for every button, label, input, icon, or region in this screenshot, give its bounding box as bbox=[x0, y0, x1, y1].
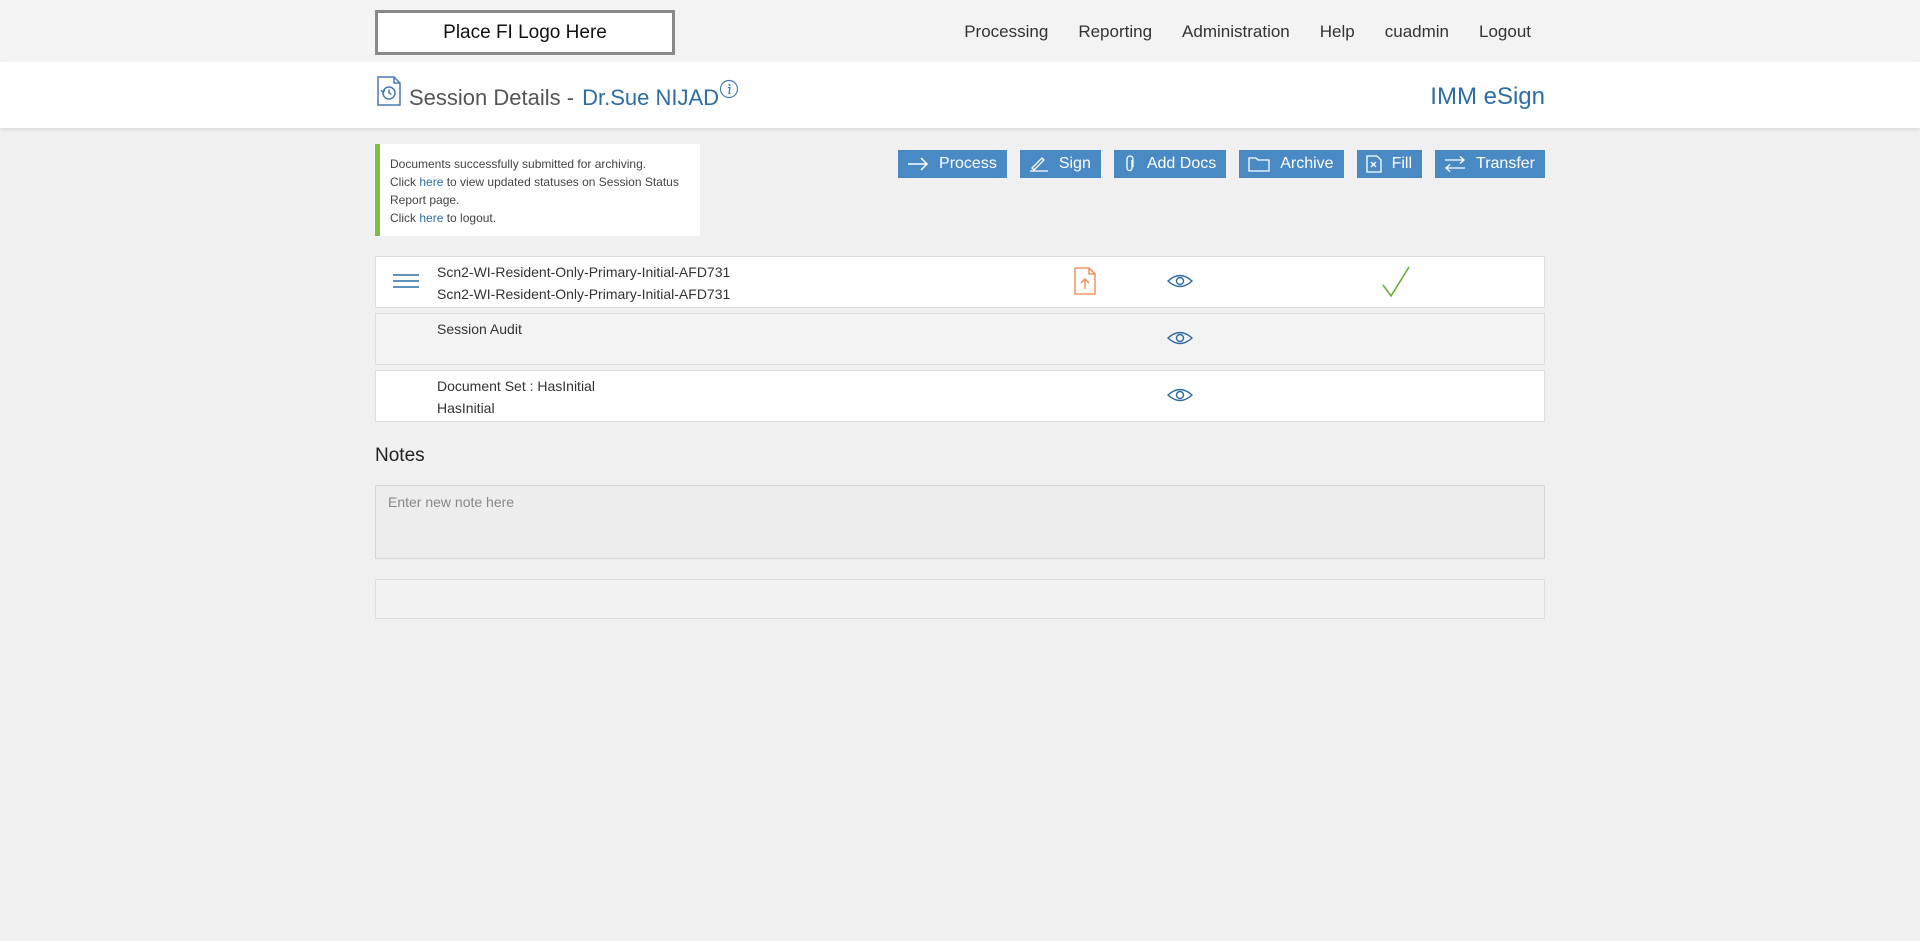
notes-list bbox=[375, 579, 1545, 619]
document-title: Session Audit bbox=[437, 321, 522, 337]
eye-icon[interactable] bbox=[1167, 329, 1193, 347]
transfer-arrows-icon bbox=[1445, 156, 1466, 172]
notes-heading: Notes bbox=[375, 445, 425, 466]
archive-label: Archive bbox=[1280, 155, 1334, 172]
paperclip-icon bbox=[1126, 155, 1134, 172]
nav-help[interactable]: Help bbox=[1320, 22, 1355, 42]
fill-label: Fill bbox=[1391, 155, 1413, 172]
arrow-right-icon bbox=[908, 157, 929, 171]
logo-text: Place FI Logo Here bbox=[443, 21, 607, 43]
checkmark-icon bbox=[1382, 266, 1410, 298]
add-docs-label: Add Docs bbox=[1146, 155, 1217, 172]
session-history-icon bbox=[377, 76, 401, 106]
document-name: Scn2-WI-Resident-Only-Primary-Initial-AF… bbox=[437, 261, 730, 305]
folder-icon bbox=[1248, 157, 1270, 172]
alert-line-3: Click here to logout. bbox=[390, 209, 690, 227]
pen-icon bbox=[1029, 157, 1048, 172]
top-bar: Place FI Logo Here Processing Reporting … bbox=[0, 0, 1920, 62]
menu-icon[interactable] bbox=[392, 272, 420, 290]
session-header: Session Details - Dr.Sue NIJAD IMM eSign bbox=[0, 62, 1920, 128]
signer-name: Dr.Sue NIJAD bbox=[582, 85, 720, 110]
top-nav: Processing Reporting Administration Help… bbox=[934, 22, 1531, 42]
document-row[interactable]: Scn2-WI-Resident-Only-Primary-Initial-AF… bbox=[375, 256, 1545, 308]
action-toolbar: Process Sign Add Docs Archive Fill Trans… bbox=[885, 150, 1545, 178]
new-note-input[interactable] bbox=[375, 485, 1545, 559]
add-docs-button[interactable]: Add Docs bbox=[1113, 150, 1227, 178]
sign-label: Sign bbox=[1058, 155, 1091, 172]
alert-logout-text: to logout. bbox=[443, 211, 497, 225]
status-report-link[interactable]: here bbox=[419, 175, 443, 189]
nav-administration[interactable]: Administration bbox=[1182, 22, 1290, 42]
document-subtitle: Scn2-WI-Resident-Only-Primary-Initial-AF… bbox=[437, 286, 731, 302]
alert-line-2: Click here to view updated statuses on S… bbox=[390, 173, 690, 209]
fill-button[interactable]: Fill bbox=[1356, 150, 1423, 178]
fi-logo-placeholder: Place FI Logo Here bbox=[375, 10, 675, 55]
fill-form-icon bbox=[1365, 155, 1382, 173]
document-title: Scn2-WI-Resident-Only-Primary-Initial-AF… bbox=[437, 264, 731, 280]
document-row[interactable]: Document Set : HasInitial HasInitial bbox=[375, 370, 1545, 422]
success-alert: Documents successfully submitted for arc… bbox=[375, 144, 700, 236]
nav-reporting[interactable]: Reporting bbox=[1078, 22, 1152, 42]
sign-button[interactable]: Sign bbox=[1019, 150, 1101, 178]
document-name: Document Set : HasInitial HasInitial bbox=[437, 375, 595, 419]
brand-title: IMM eSign bbox=[1430, 83, 1545, 110]
process-label: Process bbox=[939, 155, 997, 172]
alert-line-1: Documents successfully submitted for arc… bbox=[390, 157, 647, 171]
page-title: Session Details - Dr.Sue NIJAD bbox=[409, 85, 719, 111]
nav-processing[interactable]: Processing bbox=[964, 22, 1048, 42]
eye-icon[interactable] bbox=[1167, 272, 1193, 290]
transfer-label: Transfer bbox=[1476, 155, 1535, 172]
info-icon[interactable] bbox=[719, 79, 739, 99]
document-row[interactable]: Session Audit bbox=[375, 313, 1545, 365]
nav-logout[interactable]: Logout bbox=[1479, 22, 1531, 42]
alert-click-text: Click bbox=[390, 211, 420, 225]
document-title: Document Set : HasInitial bbox=[437, 378, 595, 394]
document-subtitle: HasInitial bbox=[437, 400, 495, 416]
page-title-text: Session Details - bbox=[409, 85, 575, 110]
eye-icon[interactable] bbox=[1167, 386, 1193, 404]
alert-click-text: Click bbox=[390, 175, 420, 189]
nav-user[interactable]: cuadmin bbox=[1385, 22, 1449, 42]
logout-link[interactable]: here bbox=[419, 211, 443, 225]
pdf-upload-icon[interactable] bbox=[1074, 267, 1096, 295]
transfer-button[interactable]: Transfer bbox=[1435, 150, 1545, 178]
archive-button[interactable]: Archive bbox=[1239, 150, 1344, 178]
document-name: Session Audit bbox=[437, 318, 522, 340]
process-button[interactable]: Process bbox=[898, 150, 1007, 178]
